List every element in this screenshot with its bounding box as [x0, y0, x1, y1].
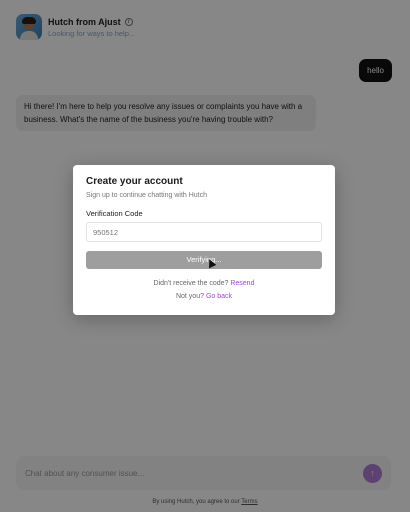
verify-button[interactable]: Verifying... — [86, 251, 322, 269]
not-you-line: Not you? Go back — [86, 293, 322, 300]
resend-line: Didn't receive the code? Resend — [86, 280, 322, 287]
modal-title: Create your account — [86, 176, 183, 187]
go-back-link[interactable]: Go back — [206, 293, 232, 300]
resend-link[interactable]: Resend — [230, 280, 254, 287]
modal-subtitle: Sign up to continue chatting with Hutch — [86, 192, 208, 199]
verification-code-label: Verification Code — [86, 209, 143, 218]
resend-prefix: Didn't receive the code? — [153, 280, 231, 287]
verification-code-input[interactable] — [86, 222, 322, 242]
create-account-modal: Create your account Sign up to continue … — [73, 165, 335, 315]
not-you-prefix: Not you? — [175, 293, 206, 300]
verify-button-label: Verifying... — [186, 255, 222, 264]
